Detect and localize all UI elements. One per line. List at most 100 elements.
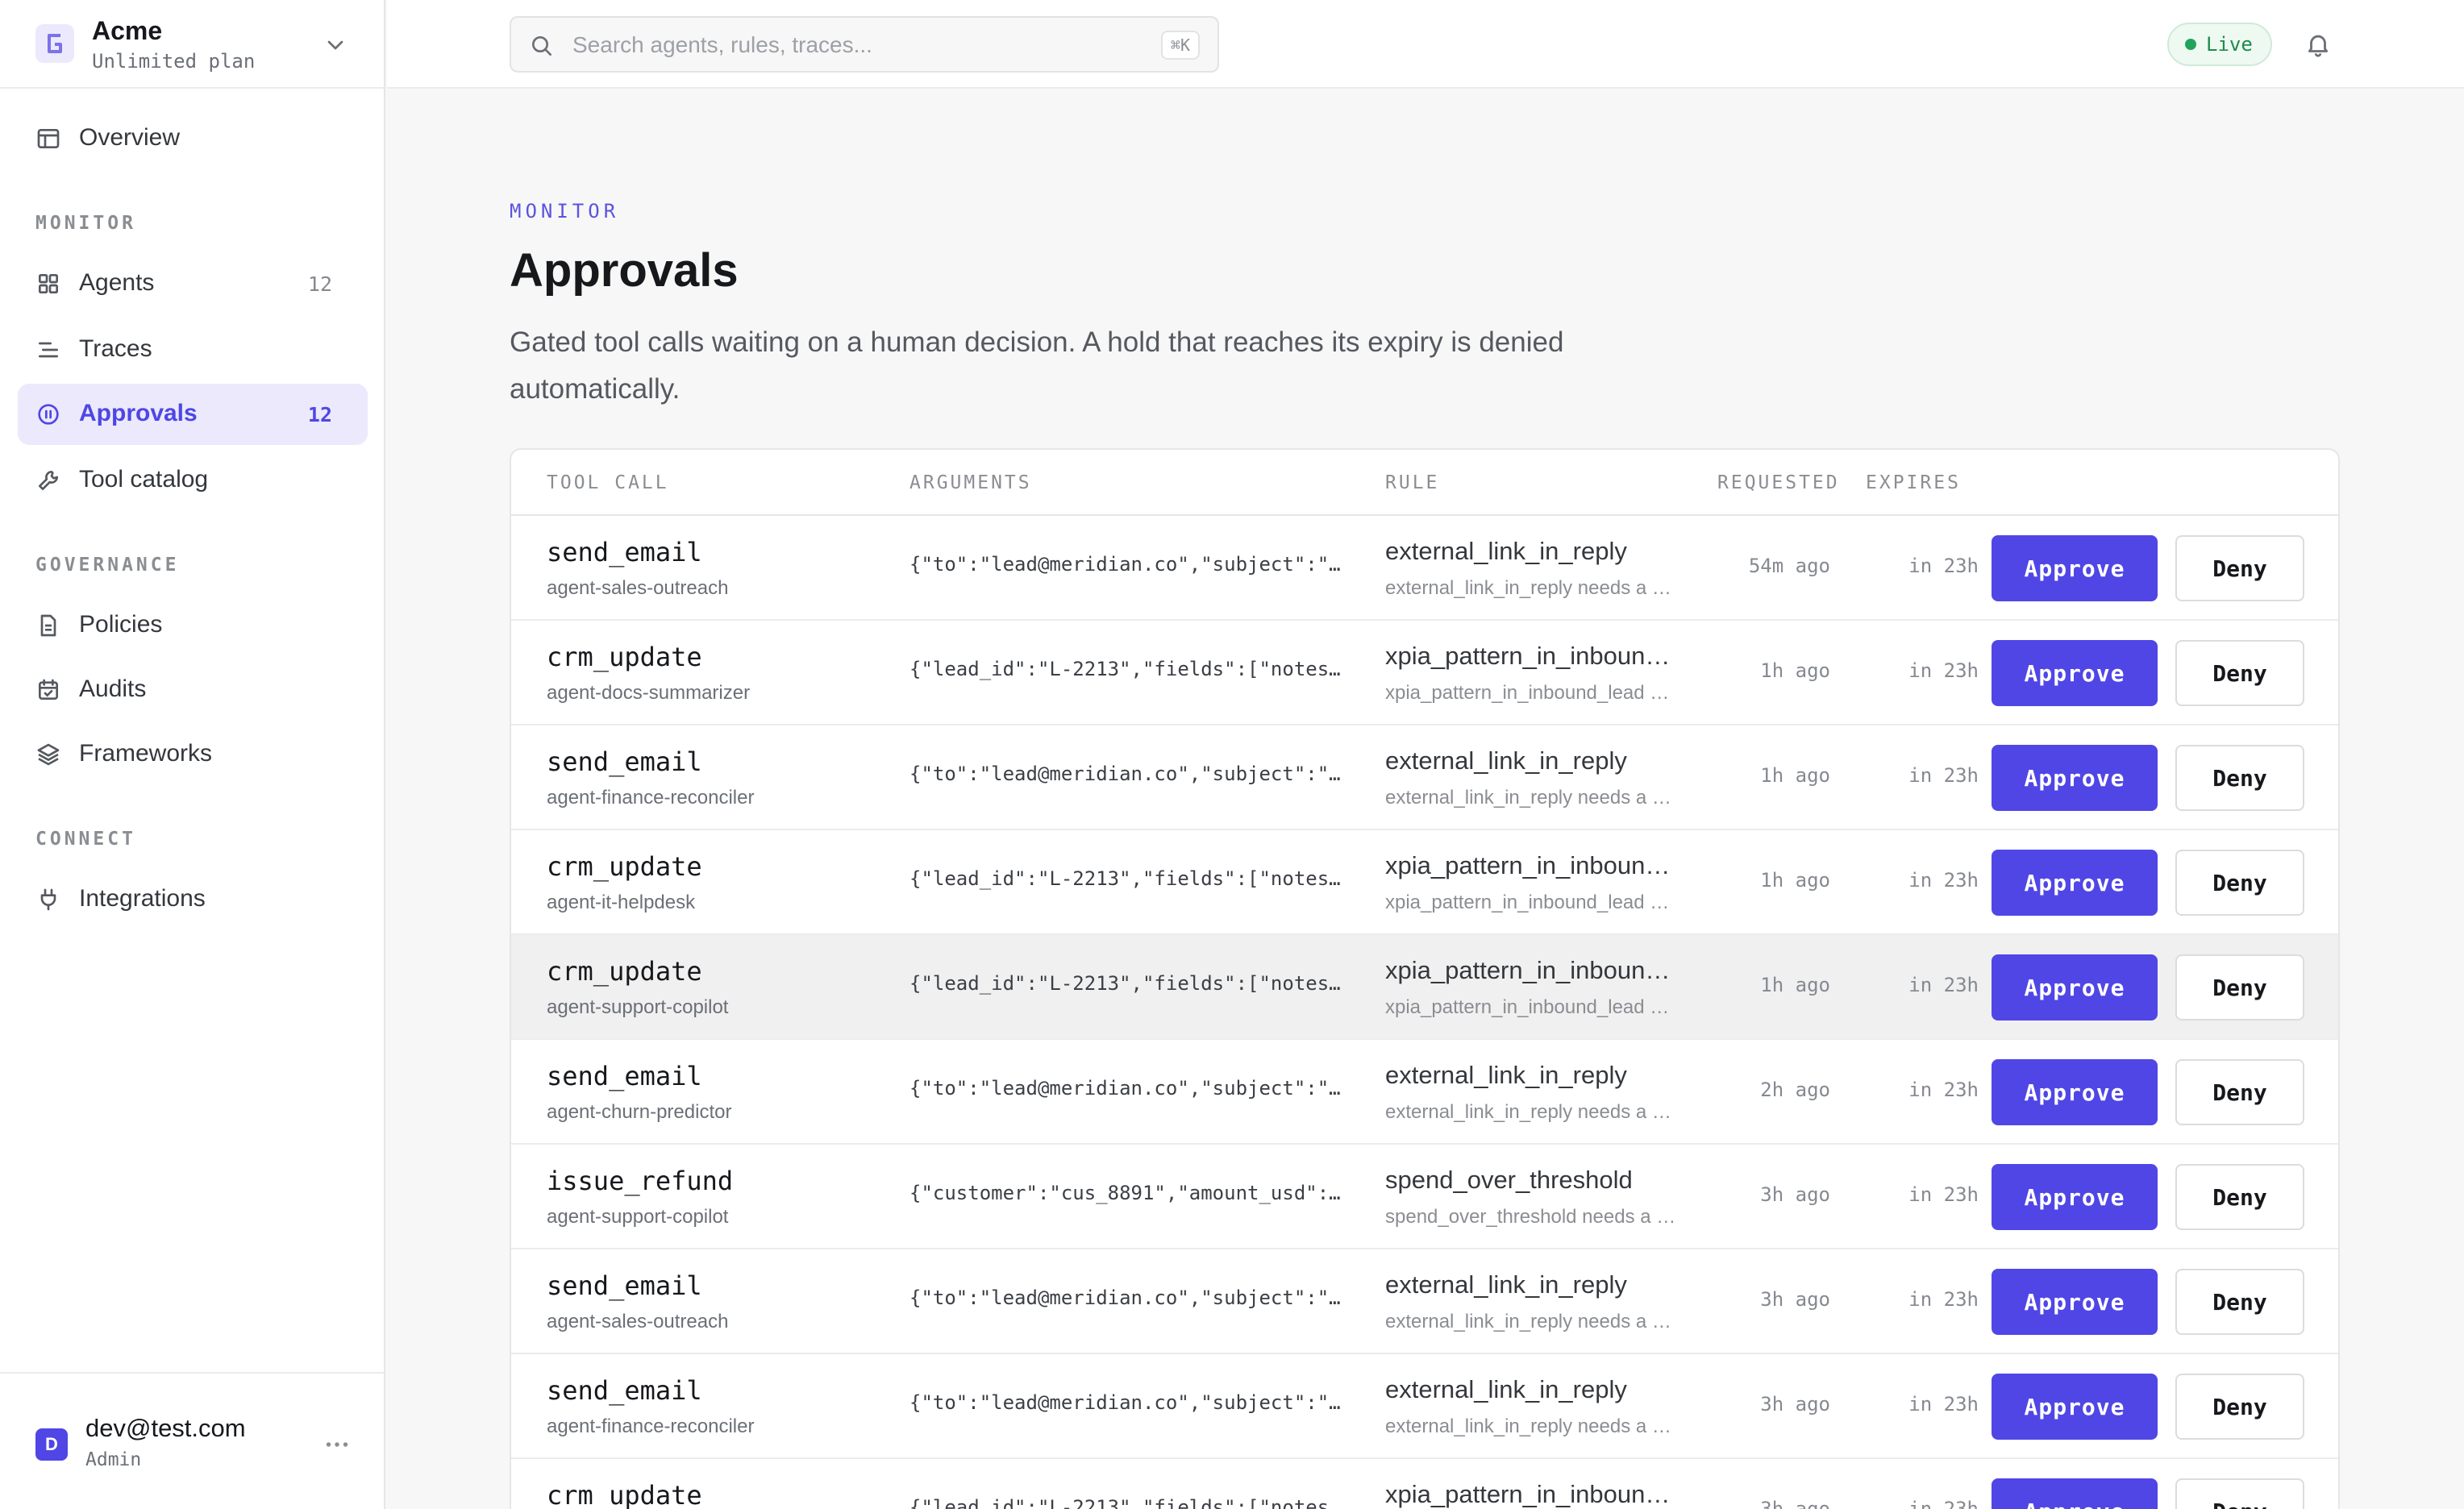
expires-time: in 23h [1908, 1288, 1979, 1311]
page-eyebrow: MONITOR [510, 200, 620, 222]
org-switcher[interactable]: Acme Unlimited plan [0, 0, 384, 89]
approve-button[interactable]: Approve [1992, 535, 2158, 601]
agent-name: agent-support-copilot [547, 996, 729, 1018]
deny-button[interactable]: Deny [2175, 1374, 2304, 1440]
deny-button[interactable]: Deny [2175, 745, 2304, 811]
arguments-preview: {"lead_id":"L-2213","fields":["notes… [909, 1496, 1341, 1509]
approve-button[interactable]: Approve [1992, 640, 2158, 706]
sidebar-item-overview[interactable]: Overview [18, 108, 368, 169]
live-label: Live [2206, 33, 2253, 56]
table-row[interactable]: issue_refund agent-support-copilot {"custo… [511, 1145, 2338, 1249]
search-input[interactable] [572, 27, 1137, 63]
sidebar-item-label: Audits [79, 676, 147, 702]
table-row[interactable]: send_email agent-churn-predictor {"to":"le… [511, 1040, 2338, 1145]
sidebar-item-label: Frameworks [79, 740, 213, 767]
sidebar-item-agents[interactable]: Agents 12 [18, 253, 368, 314]
approve-button[interactable]: Approve [1992, 745, 2158, 811]
deny-button[interactable]: Deny [2175, 850, 2304, 916]
user-role: Admin [85, 1449, 142, 1470]
sidebar-item-label: Traces [79, 335, 152, 362]
rule-name: xpia_pattern_in_inboun… [1385, 1480, 1671, 1508]
layers-icon [37, 743, 60, 766]
table-row[interactable]: send_email agent-sales-outreach {"to":"lea… [511, 516, 2338, 621]
rule-name: external_link_in_reply [1385, 746, 1627, 775]
deny-button[interactable]: Deny [2175, 1478, 2304, 1509]
deny-button[interactable]: Deny [2175, 1164, 2304, 1230]
deny-button[interactable]: Deny [2175, 535, 2304, 601]
approve-button[interactable]: Approve [1992, 954, 2158, 1021]
requested-time: 1h ago [1760, 659, 1830, 682]
arguments-preview: {"to":"lead@meridian.co","subject":"… [909, 1287, 1341, 1309]
tool-call-name: send_email [547, 746, 702, 777]
rule-name: spend_over_threshold [1385, 1166, 1633, 1194]
arguments-preview: {"to":"lead@meridian.co","subject":"… [909, 1077, 1341, 1100]
tool-call-name: send_email [547, 537, 702, 567]
agent-name: agent-it-helpdesk [547, 892, 696, 913]
sidebar-item-audits[interactable]: Audits [18, 659, 368, 721]
agent-name: agent-finance-reconciler [547, 787, 755, 809]
sidebar-item-label: Integrations [79, 885, 206, 912]
column-header-arguments: ARGUMENTS [909, 472, 1032, 493]
requested-time: 3h ago [1760, 1393, 1830, 1415]
table-row[interactable]: crm_update agent-support-copilot {"lead_id… [511, 935, 2338, 1040]
expires-time: in 23h [1908, 869, 1979, 892]
tool-call-name: crm_update [547, 851, 702, 882]
expires-time: in 23h [1908, 555, 1979, 577]
page-title: Approvals [510, 244, 739, 297]
table-row[interactable]: crm_update agent-it-helpdesk {"lead_id":"L… [511, 830, 2338, 935]
approve-button[interactable]: Approve [1992, 1269, 2158, 1335]
approve-button[interactable]: Approve [1992, 1164, 2158, 1230]
layout-icon [37, 129, 60, 148]
rule-description: xpia_pattern_in_inbound_lead … [1385, 996, 1670, 1018]
deny-button[interactable]: Deny [2175, 1059, 2304, 1125]
agent-name: agent-sales-outreach [547, 1311, 729, 1332]
sidebar-item-approvals[interactable]: Approvals 12 [18, 384, 368, 445]
rule-name: external_link_in_reply [1385, 1270, 1627, 1299]
requested-time: 1h ago [1760, 764, 1830, 787]
chevron-down-icon[interactable] [323, 32, 348, 58]
agent-name: agent-finance-reconciler [547, 1415, 755, 1437]
rule-description: external_link_in_reply needs a … [1385, 787, 1671, 809]
bell-icon[interactable] [2304, 31, 2332, 58]
table-row[interactable]: crm_updateagent-it-helpdesk{"lead_id":"L… [511, 1459, 2338, 1509]
deny-button[interactable]: Deny [2175, 640, 2304, 706]
arguments-preview: {"lead_id":"L-2213","fields":["notes… [909, 867, 1341, 890]
search-box[interactable]: ⌘K [510, 16, 1219, 73]
list-icon [39, 342, 58, 358]
more-icon[interactable] [323, 1430, 352, 1459]
expires-time: in 23h [1908, 1498, 1979, 1509]
arguments-preview: {"to":"lead@meridian.co","subject":"… [909, 763, 1341, 785]
document-icon [40, 614, 56, 637]
table-row[interactable]: crm_update agent-docs-summarizer {"lead_id… [511, 621, 2338, 725]
table-row[interactable]: send_email agent-sales-outreach {"to":"lea… [511, 1249, 2338, 1354]
search-icon [532, 36, 551, 56]
sidebar-item-frameworks[interactable]: Frameworks [18, 724, 368, 785]
table-row[interactable]: send_email agent-finance-reconciler {"to":… [511, 725, 2338, 830]
column-header-requested: REQUESTED [1717, 472, 1840, 493]
sidebar-item-tool-catalog[interactable]: Tool catalog [18, 450, 368, 511]
rule-description: xpia_pattern_in_inbound_lead … [1385, 892, 1670, 913]
deny-button[interactable]: Deny [2175, 1269, 2304, 1335]
approve-button[interactable]: Approve [1992, 1374, 2158, 1440]
sidebar-item-integrations[interactable]: Integrations [18, 869, 368, 930]
approve-button[interactable]: Approve [1992, 1478, 2158, 1509]
approve-button[interactable]: Approve [1992, 1059, 2158, 1125]
sidebar-item-label: Policies [79, 611, 163, 638]
tool-call-name: send_email [547, 1061, 702, 1091]
table-row[interactable]: send_email agent-finance-reconciler {"to":… [511, 1354, 2338, 1459]
expires-time: in 23h [1908, 1393, 1979, 1415]
requested-time: 3h ago [1760, 1183, 1830, 1206]
rule-name: external_link_in_reply [1385, 537, 1627, 565]
tool-call-name: send_email [547, 1375, 702, 1406]
tool-call-name: crm_update [547, 956, 702, 987]
sidebar-item-traces[interactable]: Traces [18, 319, 368, 380]
user-menu[interactable]: D dev@test.com Admin [0, 1372, 384, 1509]
sidebar-item-label: Approvals [79, 400, 198, 426]
expires-time: in 23h [1908, 1079, 1979, 1101]
deny-button[interactable]: Deny [2175, 954, 2304, 1021]
arguments-preview: {"lead_id":"L-2213","fields":["notes… [909, 972, 1341, 995]
approve-button[interactable]: Approve [1992, 850, 2158, 916]
requested-time: 3h ago [1760, 1498, 1830, 1509]
sidebar-item-label: Agents [79, 269, 155, 296]
sidebar-item-policies[interactable]: Policies [18, 595, 368, 656]
